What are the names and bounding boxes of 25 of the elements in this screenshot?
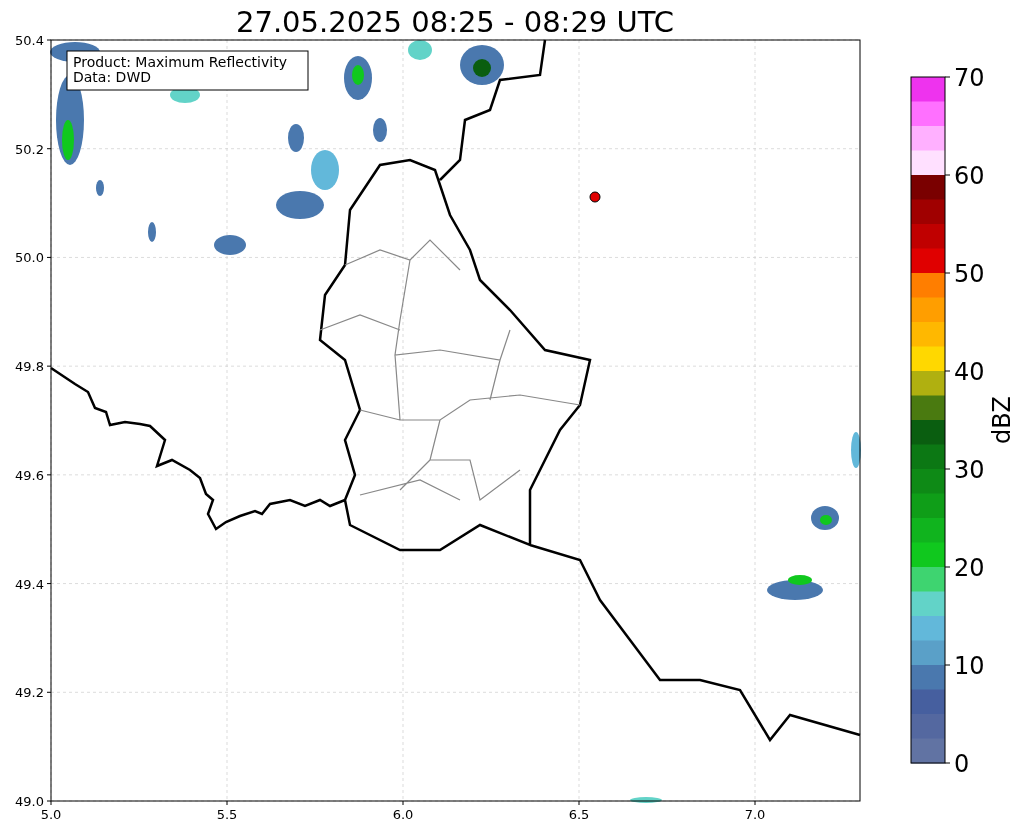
x-tick-label: 6.0 bbox=[392, 807, 414, 822]
x-tick-label: 7.0 bbox=[744, 807, 766, 822]
x-tick-label: 6.5 bbox=[568, 807, 590, 822]
legend-text: Data: DWD bbox=[73, 69, 151, 85]
chart-title: 27.05.2025 08:25 - 08:29 UTC bbox=[236, 5, 674, 39]
y-tick-label: 50.4 bbox=[15, 33, 44, 48]
y-tick-label: 49.8 bbox=[15, 359, 44, 375]
y-tick-label: 49.2 bbox=[15, 685, 44, 701]
y-tick-label: 49.0 bbox=[15, 794, 44, 809]
colorbar-tick-label: 60 bbox=[954, 162, 985, 190]
y-tick-label: 49.4 bbox=[15, 576, 44, 592]
y-tick-label: 50.2 bbox=[15, 141, 44, 157]
colorbar-tick-label: 0 bbox=[954, 750, 970, 778]
y-tick-label: 49.6 bbox=[15, 467, 44, 483]
x-tick-label: 5.0 bbox=[40, 807, 62, 822]
colorbar-tick-label: 50 bbox=[954, 260, 985, 288]
colorbar-tick-label: 30 bbox=[954, 456, 985, 484]
y-tick-label: 50.0 bbox=[15, 250, 44, 266]
colorbar-tick-label: 10 bbox=[954, 652, 985, 680]
x-tick-label: 5.5 bbox=[216, 807, 238, 822]
legend-text: Product: Maximum Reflectivity bbox=[73, 54, 287, 70]
colorbar-tick-label: 20 bbox=[954, 554, 985, 582]
colorbar-tick-label: 70 bbox=[954, 64, 985, 92]
colorbar-tick-label: 40 bbox=[954, 358, 985, 386]
colorbar-label: dBZ bbox=[988, 395, 1016, 445]
